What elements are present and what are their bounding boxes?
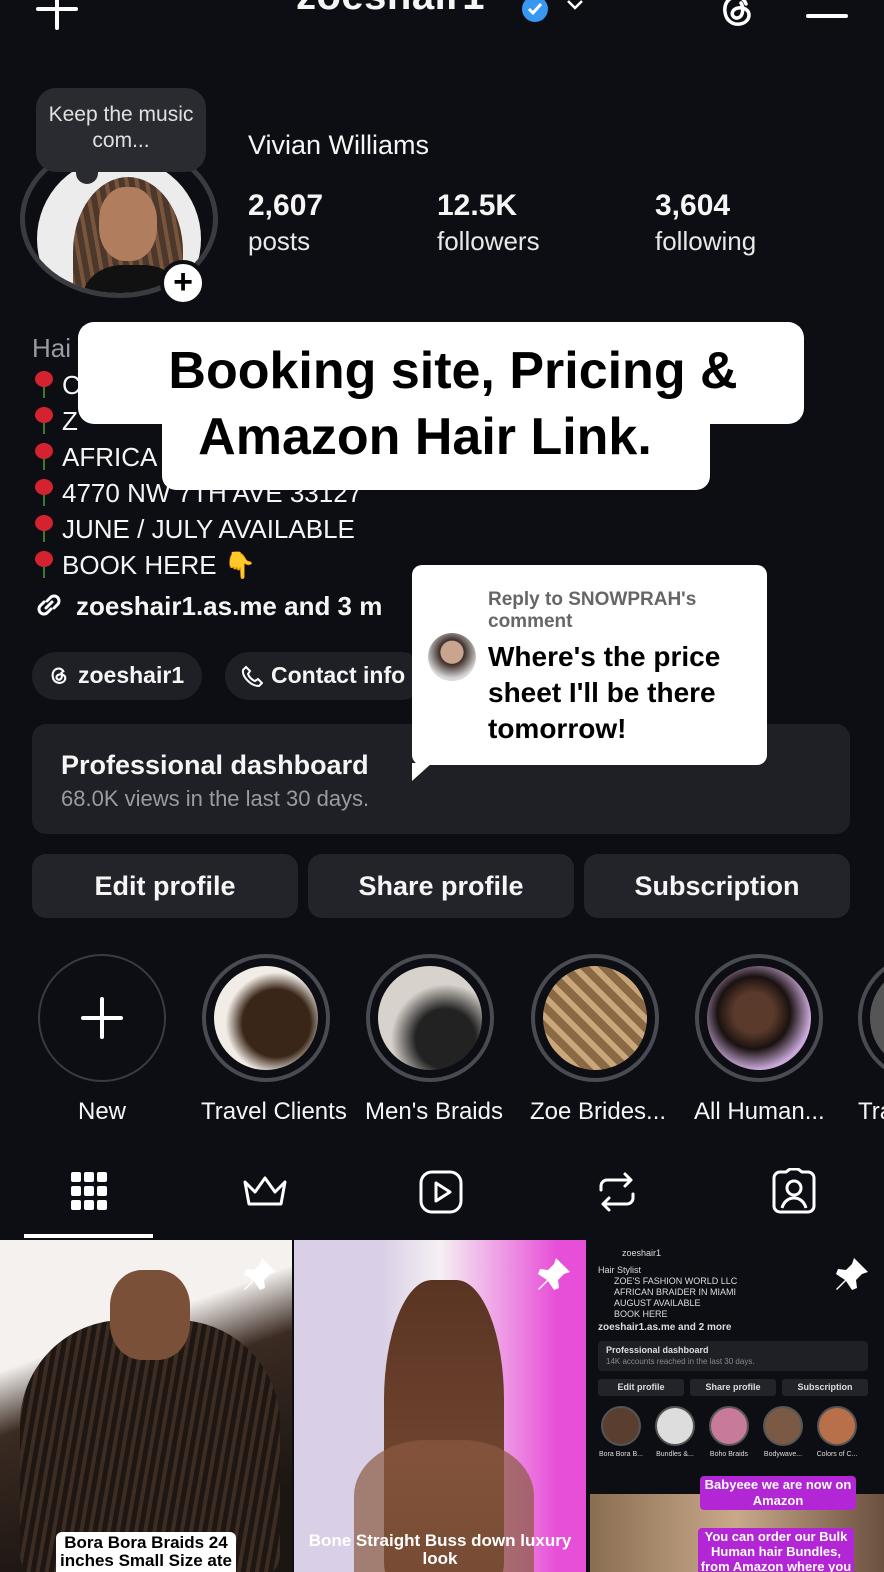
tab-grid[interactable]	[24, 1168, 154, 1228]
bio-text: JUNE / JULY AVAILABLE	[62, 514, 355, 544]
rose-icon	[35, 479, 53, 506]
dashboard-title: Professional dashboard	[61, 750, 369, 780]
rose-icon	[35, 551, 53, 578]
bio-text: BOOK HERE 👇	[62, 550, 257, 580]
pin-icon	[836, 1258, 868, 1290]
verified-badge-icon	[522, 0, 548, 22]
stat-label: following	[655, 226, 757, 256]
mini-highlight: Bundles &...	[656, 1451, 694, 1458]
share-profile-button[interactable]: Share profile	[308, 854, 574, 918]
threads-handle: zoeshair1	[78, 662, 185, 688]
stat-value: 12.5K	[437, 189, 518, 222]
mini-bio-line: BOOK HERE	[614, 1309, 668, 1319]
highlight-label: Travel Clients	[201, 1098, 347, 1125]
contact-info-label: Contact info	[271, 662, 406, 688]
reels-icon	[419, 1170, 463, 1214]
threads-icon	[51, 667, 67, 684]
highlight-zoe-brides[interactable]: Zoe Brides...	[530, 954, 667, 1126]
highlight-partial[interactable]: Tra	[858, 954, 884, 1126]
pin-icon	[244, 1258, 276, 1290]
highlight-new[interactable]: New	[37, 954, 167, 1126]
profile-full-name: Vivian Williams	[248, 130, 430, 160]
menu-icon[interactable]	[806, 0, 848, 20]
contact-info-pill[interactable]: Contact info	[225, 652, 425, 700]
active-tab-indicator	[24, 1234, 153, 1238]
highlight-all-human[interactable]: All Human...	[694, 954, 825, 1126]
mini-button: Share profile	[690, 1379, 776, 1396]
highlight-mens-braids[interactable]: Men's Braids	[365, 954, 503, 1126]
highlight-label: New	[77, 1098, 126, 1125]
rose-icon	[35, 371, 53, 398]
reply-message: Where's the price sheet I'll be there to…	[488, 641, 721, 744]
threads-pill[interactable]: zoeshair1	[32, 652, 203, 700]
bio-line: BOOK HERE 👇	[32, 546, 362, 582]
stat-posts[interactable]: 2,607 posts	[248, 188, 323, 258]
post-thumbnail[interactable]: Bora Bora Braids 24 inches Small Size at…	[0, 1240, 292, 1572]
tab-tagged[interactable]	[729, 1168, 859, 1228]
mini-button: Subscription	[782, 1379, 868, 1396]
profile-username[interactable]: zoeshair1	[296, 0, 485, 19]
mini-dash-sub: 14K accounts reached in the last 30 days…	[606, 1357, 755, 1366]
rose-icon	[35, 515, 53, 542]
reply-to-label: Reply to SNOWPRAH's comment	[488, 589, 697, 632]
post-thumbnail[interactable]: Bone Straight Buss down luxury look	[294, 1240, 586, 1572]
stat-label: followers	[437, 226, 540, 256]
dashboard-subtitle: 68.0K views in the last 30 days.	[61, 786, 370, 811]
stat-following[interactable]: 3,604 following	[655, 188, 756, 258]
mini-bio-line: AFRICAN BRAIDER IN MIAMI	[614, 1287, 737, 1297]
phone-icon	[241, 665, 264, 688]
mini-highlight: Boho Braids	[709, 1451, 749, 1458]
edit-profile-button[interactable]: Edit profile	[32, 854, 298, 918]
add-story-icon[interactable]: +	[160, 260, 206, 306]
post-sticker-text: You can order our Bulk Human hair Bundle…	[698, 1528, 854, 1572]
mini-highlight: Colors of C...	[816, 1451, 858, 1458]
highlight-label: Men's Braids	[365, 1098, 503, 1125]
mini-profile: zoeshair1 Hair Stylist ZOE'S FASHION WOR…	[598, 1248, 868, 1460]
tagged-icon	[772, 1168, 816, 1214]
commenter-avatar	[428, 633, 476, 681]
post-sticker-text: Babyeee we are now on Amazon	[700, 1476, 856, 1510]
chevron-down-icon[interactable]	[564, 0, 586, 16]
bio-link[interactable]: zoeshair1.as.me and 3 m	[32, 588, 382, 622]
mini-handle: zoeshair1	[622, 1248, 662, 1258]
caption-line: Booking site, Pricing &	[168, 342, 738, 400]
comment-reply-sticker[interactable]: Reply to SNOWPRAH's comment Where's the …	[412, 565, 767, 781]
repost-icon	[599, 1172, 635, 1212]
stat-label: posts	[248, 226, 311, 256]
link-icon	[37, 594, 61, 616]
highlight-label: Tra	[858, 1098, 884, 1125]
tab-subscriber-content[interactable]	[200, 1168, 330, 1228]
threads-icon[interactable]	[716, 0, 758, 32]
post-thumbnail[interactable]: zoeshair1 Hair Stylist ZOE'S FASHION WOR…	[590, 1240, 884, 1572]
mini-link: zoeshair1.as.me and 2 more	[598, 1322, 732, 1333]
post-caption: Bone Straight Buss down luxury look	[308, 1531, 572, 1568]
mini-dash-title: Professional dashboard	[606, 1345, 709, 1355]
grid-icon	[71, 1172, 107, 1210]
mini-highlight: Bodywave...	[763, 1451, 803, 1458]
mini-bio-line: AUGUST AVAILABLE	[614, 1298, 701, 1308]
create-post-icon[interactable]	[36, 0, 78, 30]
stat-value: 2,607	[248, 189, 324, 222]
mini-button: Edit profile	[598, 1379, 684, 1396]
highlight-label: Zoe Brides...	[530, 1098, 667, 1125]
stat-value: 3,604	[655, 189, 731, 222]
crown-icon	[243, 1176, 287, 1206]
stat-followers[interactable]: 12.5K followers	[437, 188, 540, 258]
tab-reposts[interactable]	[552, 1168, 682, 1228]
highlight-label: All Human...	[694, 1098, 825, 1125]
bio-line: JUNE / JULY AVAILABLE	[32, 510, 362, 546]
video-caption: Booking site, Pricing & Amazon Hair Link…	[78, 338, 848, 470]
post-caption: Bora Bora Braids 24 inches Small Size at…	[56, 1532, 236, 1572]
plus-icon	[81, 997, 123, 1039]
subscription-button[interactable]: Subscription	[584, 854, 850, 918]
pin-icon	[538, 1258, 570, 1290]
highlight-travel-clients[interactable]: Travel Clients	[201, 954, 347, 1126]
mini-highlight: Bora Bora B...	[599, 1451, 643, 1458]
bio-link-text: zoeshair1.as.me and 3 m	[76, 591, 383, 621]
caption-line: Amazon Hair Link.	[198, 408, 652, 466]
mini-bio-line: ZOE'S FASHION WORLD LLC	[614, 1276, 738, 1286]
mini-bio-line: Hair Stylist	[598, 1265, 642, 1275]
tab-reels[interactable]	[376, 1168, 506, 1228]
note-bubble[interactable]: Keep the music com...	[36, 88, 206, 184]
